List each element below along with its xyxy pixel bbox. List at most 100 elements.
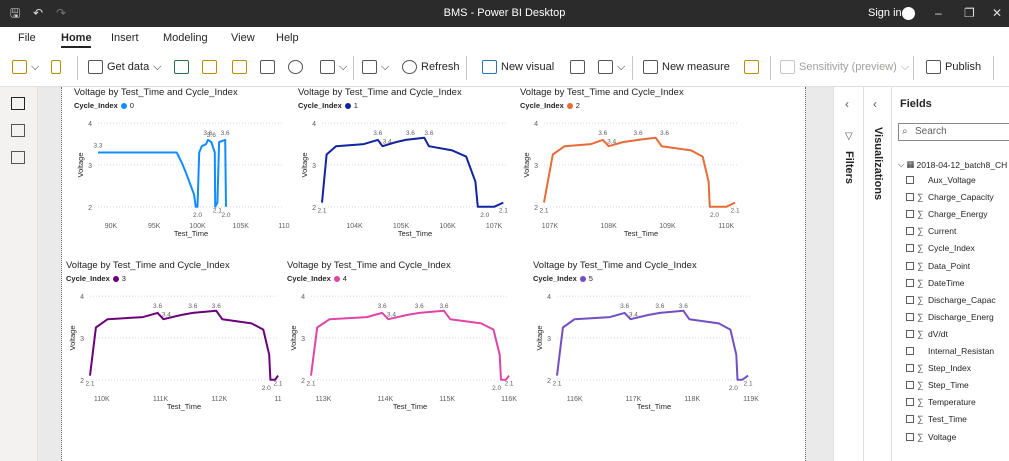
dataverse-button[interactable] — [288, 60, 303, 74]
line-chart-cycle-3[interactable]: 4 3 2 110K 111K 112K 11 Test_Time Voltage 3.6 3.4 3… — [62, 260, 286, 430]
menu-file[interactable]: File — [18, 32, 36, 44]
sql-server-button[interactable] — [232, 60, 247, 74]
line-chart-cycle-1[interactable]: 4 3 2 104K 105K 106K 107K Test_Time Voltage 3.6 3.… — [294, 87, 516, 257]
sql-icon — [232, 60, 247, 74]
model-view-icon[interactable] — [11, 151, 25, 164]
chevron-left-icon[interactable]: ‹ — [845, 97, 849, 111]
field-item[interactable]: ∑ Charge_Capacity — [906, 192, 994, 202]
restore-icon[interactable]: ❐ — [964, 0, 975, 27]
field-checkbox[interactable] — [906, 398, 914, 407]
field-item[interactable]: ∑ Step_Time — [906, 380, 969, 390]
data-view-icon[interactable] — [11, 124, 25, 137]
sigma-icon: ∑ — [917, 209, 924, 220]
y-tick-label: 2 — [80, 378, 84, 385]
quick-measure-button[interactable] — [744, 60, 759, 74]
menu-modeling[interactable]: Modeling — [163, 32, 208, 44]
menu-view[interactable]: View — [231, 32, 255, 44]
avatar[interactable] — [902, 7, 915, 20]
field-item[interactable]: ∑ Step_Index — [906, 363, 971, 373]
x-tick-label: 116K — [567, 396, 583, 403]
field-item[interactable]: ∑ Current — [906, 226, 956, 236]
new-visual-button[interactable]: New visual — [482, 60, 554, 74]
field-item[interactable]: ∑ Discharge_Capac — [906, 295, 996, 305]
field-item[interactable]: Internal_Resistan — [906, 346, 994, 356]
field-checkbox[interactable] — [906, 432, 914, 441]
field-label: Internal_Resistan — [928, 346, 995, 356]
refresh-button[interactable]: Refresh — [402, 60, 460, 74]
field-checkbox[interactable] — [906, 227, 914, 236]
publish-button[interactable]: Publish — [926, 60, 981, 74]
field-label: Step_Index — [928, 363, 972, 374]
field-checkbox[interactable] — [906, 364, 914, 373]
field-checkbox[interactable] — [906, 347, 914, 355]
chevron-down-icon[interactable]: ⌵ — [898, 159, 904, 170]
data-label: 2.1 — [552, 381, 561, 388]
field-item[interactable]: ∑ dV/dt — [906, 329, 948, 339]
format-painter-button[interactable] — [51, 60, 61, 74]
line-chart-cycle-4[interactable]: 4 3 2 113K 114K 115K 116K Test_Time Voltage 3.6 3.… — [283, 260, 517, 430]
excel-icon — [174, 60, 189, 74]
visualizations-pane[interactable]: ‹ Visualizations — [863, 87, 891, 461]
field-checkbox[interactable] — [906, 210, 914, 219]
legend-dot — [579, 275, 586, 282]
get-data-button[interactable]: Get data ⌵ — [88, 60, 162, 74]
field-checkbox[interactable] — [906, 381, 914, 390]
excel-button[interactable] — [174, 60, 189, 74]
field-checkbox[interactable] — [906, 295, 914, 304]
data-label: 3.6 — [378, 303, 387, 310]
field-label: Discharge_Capac — [928, 294, 996, 305]
data-hub-button[interactable] — [202, 60, 217, 74]
paste-button[interactable]: ⌵ — [12, 60, 39, 74]
chevron-left-icon[interactable]: ‹ — [873, 97, 877, 111]
field-item[interactable]: Aux_Voltage — [906, 175, 976, 185]
fields-search-input[interactable]: Search — [898, 123, 1009, 141]
sensitivity-button[interactable]: Sensitivity (preview) ⌵ — [780, 60, 909, 74]
line-chart-cycle-2[interactable]: 4 3 2 107K 108K 109K 110K Test_Time Voltage 3.6 3.… — [516, 87, 746, 257]
data-label: 3.4 — [383, 138, 392, 145]
text-box-button[interactable] — [570, 60, 585, 74]
field-checkbox[interactable] — [906, 261, 914, 270]
close-icon[interactable]: ✕ — [992, 0, 1002, 27]
field-checkbox[interactable] — [906, 193, 914, 202]
transform-data-button[interactable]: ⌵ — [362, 60, 389, 74]
new-measure-button[interactable]: New measure — [643, 60, 730, 74]
field-checkbox[interactable] — [906, 329, 914, 338]
sigma-icon: ∑ — [917, 380, 924, 391]
recent-sources-button[interactable]: ⌵ — [320, 60, 347, 74]
data-label: 2.1 — [744, 381, 753, 388]
field-checkbox[interactable] — [906, 312, 914, 321]
line-chart-cycle-0[interactable]: 4 3 2 90K 95K 100K 105K 110 Test_Time Voltage 3.3 3… — [70, 87, 292, 257]
field-item[interactable]: ∑ Data_Point — [906, 261, 970, 271]
menu-insert[interactable]: Insert — [111, 32, 139, 44]
table-icon: ▦ — [906, 159, 915, 169]
field-item[interactable]: ∑ Discharge_Energ — [906, 312, 994, 322]
field-item[interactable]: ∑ DateTime — [906, 278, 965, 288]
sign-in-link[interactable]: Sign in — [868, 0, 902, 27]
menu-home[interactable]: Home — [61, 32, 92, 44]
field-item[interactable]: ∑ Voltage — [906, 432, 956, 442]
report-view-icon[interactable] — [11, 97, 25, 110]
field-item[interactable]: ∑ Charge_Energy — [906, 209, 988, 219]
ribbon-separator — [466, 56, 467, 80]
sigma-icon: ∑ — [917, 243, 924, 254]
field-item[interactable]: ∑ Temperature — [906, 397, 976, 407]
chart-legend: Cycle_Index 4 — [287, 274, 347, 283]
field-checkbox[interactable] — [906, 244, 914, 253]
table-node[interactable]: ⌵ ▦ 2018-04-12_batch8_CH — [898, 159, 1007, 170]
sigma-icon: ∑ — [917, 294, 924, 305]
field-label: Test_Time — [928, 414, 967, 425]
field-item[interactable]: ∑ Cycle_Index — [906, 243, 975, 253]
enter-data-button[interactable] — [260, 60, 275, 74]
x-tick-label: 119K — [743, 396, 759, 403]
field-item[interactable]: ∑ Test_Time — [906, 414, 967, 424]
menu-help[interactable]: Help — [276, 32, 299, 44]
sensitivity-label: Sensitivity (preview) — [799, 61, 897, 73]
line-chart-cycle-5[interactable]: 4 3 2 116K 117K 118K 119K Test_Time Voltage 3.6 3.… — [529, 260, 759, 430]
filters-pane[interactable]: ‹ ▽ Filters — [833, 87, 863, 461]
minimize-icon[interactable]: – — [935, 0, 942, 27]
field-checkbox[interactable] — [906, 278, 914, 287]
more-visuals-button[interactable]: ⌵ — [598, 60, 625, 74]
y-axis-label: Voltage — [522, 152, 531, 177]
field-checkbox[interactable] — [906, 176, 914, 184]
field-checkbox[interactable] — [906, 415, 914, 424]
